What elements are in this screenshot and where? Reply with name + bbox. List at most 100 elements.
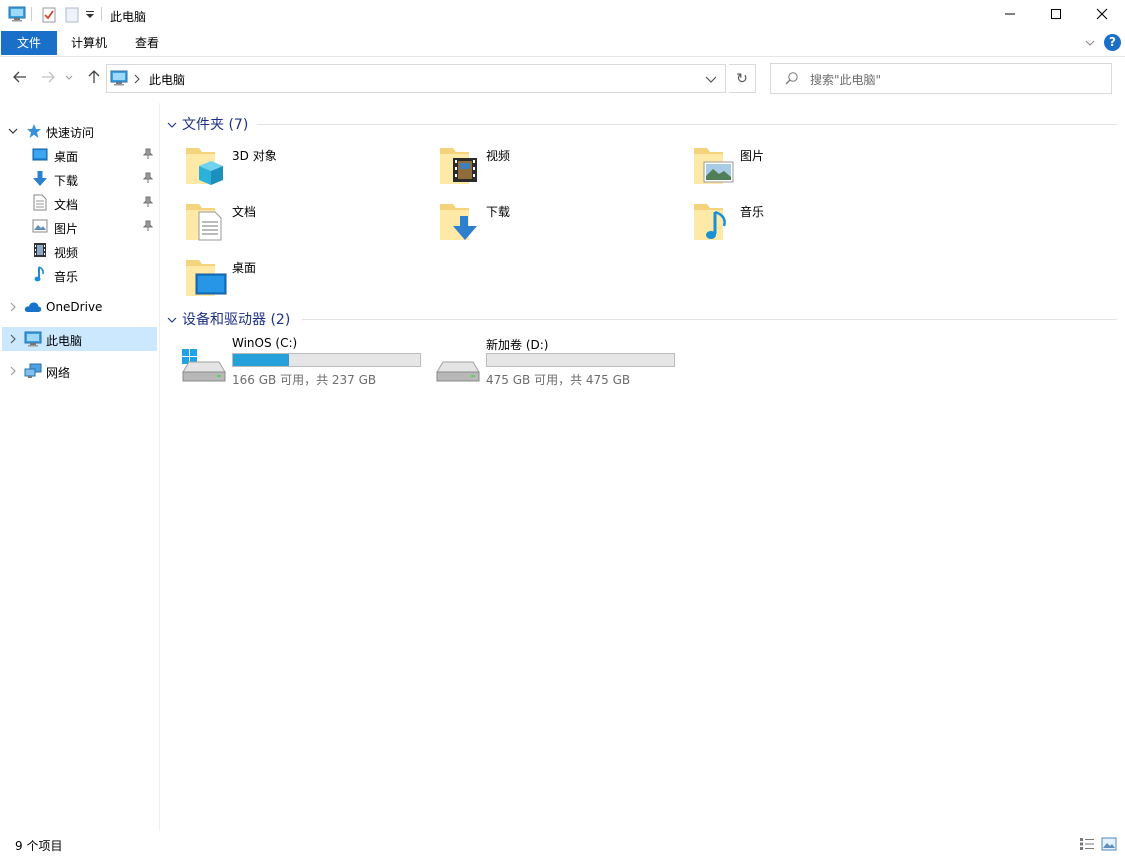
- separator: [101, 7, 102, 21]
- drive-name: 新加卷 (D:): [486, 338, 549, 352]
- address-bar[interactable]: 此电脑: [106, 64, 726, 93]
- chevron-down-icon: [65, 71, 73, 85]
- computer-icon: [8, 6, 26, 25]
- drive-c[interactable]: WinOS (C:) 166 GB 可用，共 237 GB: [181, 336, 431, 388]
- sidebar-item-music[interactable]: 音乐: [2, 263, 157, 287]
- sidebar-item-documents[interactable]: 文档: [2, 191, 157, 215]
- sidebar-item-label: 下载: [54, 174, 79, 188]
- sidebar-item-videos[interactable]: 视频: [2, 239, 157, 263]
- minimize-button[interactable]: [987, 0, 1033, 31]
- arrow-left-icon: [13, 71, 27, 86]
- close-icon: [1096, 8, 1108, 23]
- sidebar-item-pictures[interactable]: 图片: [2, 215, 157, 239]
- sidebar-item-quick-access[interactable]: 快速访问: [2, 119, 157, 143]
- breadcrumb-this-pc[interactable]: 此电脑: [149, 71, 185, 88]
- drive-d[interactable]: 新加卷 (D:) 475 GB 可用，共 475 GB: [435, 336, 685, 388]
- arrow-up-icon: [88, 69, 100, 87]
- sidebar-item-label: 音乐: [54, 270, 79, 284]
- up-button[interactable]: [83, 66, 105, 90]
- sidebar-item-this-pc[interactable]: 此电脑: [2, 327, 157, 351]
- customize-toolbar-icon[interactable]: [84, 9, 96, 24]
- arrow-right-icon: [41, 71, 55, 86]
- chevron-right-icon[interactable]: [8, 301, 18, 315]
- pin-icon[interactable]: [142, 172, 154, 187]
- divider: [302, 319, 1117, 320]
- sidebar-item-onedrive[interactable]: OneDrive: [2, 295, 157, 319]
- documents-folder-icon: [185, 200, 225, 247]
- sidebar-item-label: 桌面: [54, 150, 79, 164]
- chevron-down-icon[interactable]: [167, 314, 177, 328]
- recent-locations-button[interactable]: [62, 66, 76, 90]
- folder-music[interactable]: 音乐: [693, 200, 933, 252]
- search-placeholder: 搜索"此电脑": [810, 73, 882, 87]
- file-explorer-window: 此电脑 文件 计算机 查看 ? 此电脑 ↻ 搜索"此电脑" 快速访问 桌面 下载…: [0, 0, 1125, 857]
- large-icons-view-icon[interactable]: [1101, 837, 1117, 854]
- music-folder-icon: [693, 200, 733, 247]
- breadcrumb-chevron-icon[interactable]: [133, 73, 141, 87]
- drive-icon: [435, 348, 481, 387]
- separator: [31, 7, 32, 21]
- maximize-button[interactable]: [1033, 0, 1079, 31]
- details-view-icon[interactable]: [1079, 837, 1095, 854]
- maximize-icon: [1050, 8, 1062, 23]
- forward-button[interactable]: [37, 66, 59, 90]
- tab-computer[interactable]: 计算机: [62, 31, 116, 55]
- network-icon: [24, 363, 42, 382]
- sidebar-item-network[interactable]: 网络: [2, 359, 157, 383]
- drive-name: WinOS (C:): [232, 336, 298, 350]
- divider: [257, 124, 1117, 125]
- drives-group-header[interactable]: 设备和驱动器 (2): [167, 309, 1117, 329]
- chevron-right-icon[interactable]: [8, 333, 18, 347]
- status-item-count: 9 个项目: [15, 839, 63, 853]
- title-bar: 此电脑: [0, 0, 1125, 31]
- documents-icon: [33, 194, 47, 214]
- sidebar-item-label: 视频: [54, 246, 79, 260]
- close-button[interactable]: [1079, 0, 1125, 31]
- refresh-button[interactable]: ↻: [729, 64, 756, 93]
- pin-icon[interactable]: [142, 148, 154, 163]
- folder-label: 下载: [486, 205, 511, 219]
- properties-icon[interactable]: [41, 6, 57, 27]
- folder-desktop[interactable]: 桌面: [185, 256, 425, 308]
- folder-videos[interactable]: 视频: [439, 144, 679, 196]
- drive-usage-bar: [486, 353, 675, 367]
- address-history-icon[interactable]: [705, 74, 717, 88]
- music-icon: [34, 266, 46, 286]
- pin-icon[interactable]: [142, 196, 154, 211]
- help-icon[interactable]: ?: [1104, 34, 1121, 51]
- computer-icon: [110, 70, 128, 89]
- download-icon: [32, 170, 48, 191]
- back-button[interactable]: [9, 66, 31, 90]
- folder-label: 3D 对象: [232, 149, 277, 163]
- group-title: 文件夹 (7): [182, 117, 249, 133]
- drive-free-space: 166 GB 可用，共 237 GB: [232, 373, 377, 387]
- downloads-folder-icon: [439, 200, 479, 247]
- desktop-icon: [32, 147, 48, 166]
- sidebar-item-label: OneDrive: [46, 300, 103, 314]
- folder-label: 音乐: [740, 205, 765, 219]
- navigation-pane: 快速访问 桌面 下载 文档 图片 视频 音乐 OneDrive 此电脑 网络: [0, 103, 160, 831]
- folder-label: 视频: [486, 149, 511, 163]
- chevron-down-icon[interactable]: [8, 125, 18, 139]
- folder-3d-objects[interactable]: 3D 对象: [185, 144, 425, 196]
- tab-file[interactable]: 文件: [1, 31, 57, 55]
- sidebar-item-downloads[interactable]: 下载: [2, 167, 157, 191]
- search-box[interactable]: 搜索"此电脑": [770, 63, 1112, 94]
- star-icon: [26, 123, 42, 142]
- sidebar-item-label: 此电脑: [46, 334, 83, 348]
- ribbon: 文件 计算机 查看 ?: [0, 31, 1125, 57]
- windows-drive-icon: [181, 348, 227, 387]
- folder-documents[interactable]: 文档: [185, 200, 425, 252]
- pin-icon[interactable]: [142, 220, 154, 235]
- folder-downloads[interactable]: 下载: [439, 200, 679, 252]
- new-folder-icon[interactable]: [64, 6, 80, 27]
- folders-group-header[interactable]: 文件夹 (7): [167, 114, 1117, 134]
- chevron-down-icon[interactable]: [167, 119, 177, 133]
- drive-usage-bar: [232, 353, 421, 367]
- drive-usage-fill: [233, 354, 290, 366]
- folder-pictures[interactable]: 图片: [693, 144, 933, 196]
- chevron-right-icon[interactable]: [8, 365, 18, 379]
- tab-view[interactable]: 查看: [124, 31, 170, 55]
- sidebar-item-desktop[interactable]: 桌面: [2, 143, 157, 167]
- expand-ribbon-icon[interactable]: [1084, 37, 1096, 52]
